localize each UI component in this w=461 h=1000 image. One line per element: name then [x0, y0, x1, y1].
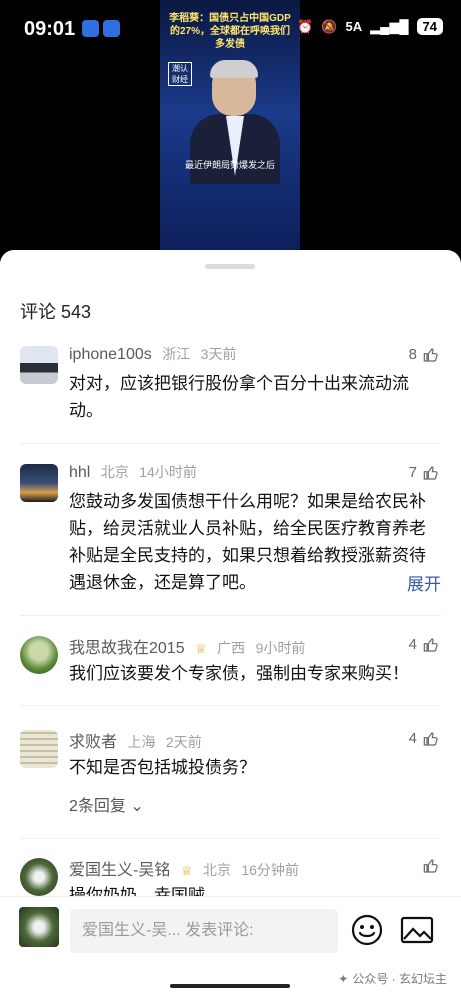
avatar[interactable]	[20, 858, 58, 896]
like-count: 7	[408, 464, 417, 481]
comment-time: 14小时前	[139, 464, 197, 480]
comment-text: 不知是否包括城投债务？	[69, 758, 256, 777]
view-replies-button[interactable]: 2条回复 ⌄	[69, 792, 144, 816]
comment-input[interactable]: 爱国生义-吴... 发表评论:	[70, 909, 338, 953]
signal-icon: ▂▄▆█	[370, 18, 409, 34]
like-count: 8	[408, 346, 417, 363]
expand-link[interactable]: 展开	[407, 570, 441, 595]
avatar[interactable]	[20, 346, 58, 384]
home-indicator[interactable]	[170, 984, 290, 988]
avatar[interactable]	[20, 730, 58, 768]
avatar[interactable]	[20, 464, 58, 502]
comment-username[interactable]: 我思故我在2015	[69, 640, 185, 657]
like-button[interactable]	[417, 858, 439, 874]
comment-location: 广西	[217, 640, 246, 656]
comment-text: 我们应该要发个专家债，强制由专家来购买！	[69, 664, 409, 683]
comment-username[interactable]: 爱国生义-吴铭	[69, 862, 170, 879]
thumbs-up-icon	[423, 637, 438, 652]
battery-indicator: 74	[416, 18, 443, 35]
video-logo: 潮认财经	[168, 62, 192, 86]
video-subtitle: 最近伊朗局势爆发之后	[184, 160, 275, 170]
image-icon[interactable]	[400, 915, 434, 945]
comment-location: 北京	[202, 862, 231, 878]
comment-username[interactable]: iphone100s	[69, 346, 152, 363]
like-button[interactable]: 7	[409, 464, 439, 481]
comment-location: 上海	[127, 734, 156, 750]
drag-handle[interactable]	[205, 264, 255, 269]
comment-time: 3天前	[200, 346, 237, 362]
comment-location: 北京	[100, 464, 129, 480]
status-time: 09:01	[24, 18, 76, 40]
watermark: ✦ 公众号 · 玄幻坛主	[338, 971, 447, 987]
thumbs-up-icon	[423, 731, 438, 746]
thumbs-up-icon	[423, 347, 438, 362]
alarm-icon: ⏰	[297, 18, 314, 34]
status-bar: 09:01 ⏰ 🔕 5A ▂▄▆█ 74	[0, 0, 461, 60]
comment-time: 16分钟前	[241, 862, 299, 878]
like-button[interactable]: 4	[409, 636, 439, 653]
like-button[interactable]: 4	[409, 730, 439, 747]
comment-time: 2天前	[165, 734, 202, 750]
replies-label: 2条回复	[69, 798, 126, 815]
thumbs-up-icon	[423, 859, 438, 873]
comment-text: 对对，应该把银行股份拿个百分十出来流动流动。	[69, 374, 409, 420]
thumbs-up-icon	[423, 465, 438, 480]
my-avatar[interactable]	[19, 907, 59, 947]
comment-username[interactable]: 求败者	[69, 734, 117, 751]
like-count: 4	[408, 636, 417, 653]
comment-location: 浙江	[162, 346, 191, 362]
network-label: 5A	[345, 19, 363, 34]
like-count: 4	[408, 730, 417, 747]
vip-badge-icon: ♕	[195, 641, 207, 656]
chevron-down-icon: ⌄	[130, 798, 144, 815]
mute-icon: 🔕	[321, 18, 338, 34]
comment-username[interactable]: hhl	[69, 464, 90, 481]
bulb-notification-icon	[82, 20, 99, 37]
wechat-icon: ✦	[338, 971, 349, 986]
comment-text: 您鼓动多发国债想干什么用呢？如果是给农民补贴，给灵活就业人员补贴，给全民医疗教育…	[69, 492, 426, 592]
avatar[interactable]	[20, 636, 58, 674]
like-button[interactable]: 8	[409, 346, 439, 363]
comment-sheet: 评论 543 iphone100s 浙江 3天前 8 对对，应该把银行股份拿个百…	[0, 250, 461, 1000]
vip-badge-icon: ♕	[180, 863, 193, 878]
comment-count: 评论 543	[20, 302, 92, 322]
chat-notification-icon	[103, 20, 120, 37]
emoji-icon[interactable]	[351, 914, 383, 946]
comment-time: 9小时前	[255, 640, 306, 656]
